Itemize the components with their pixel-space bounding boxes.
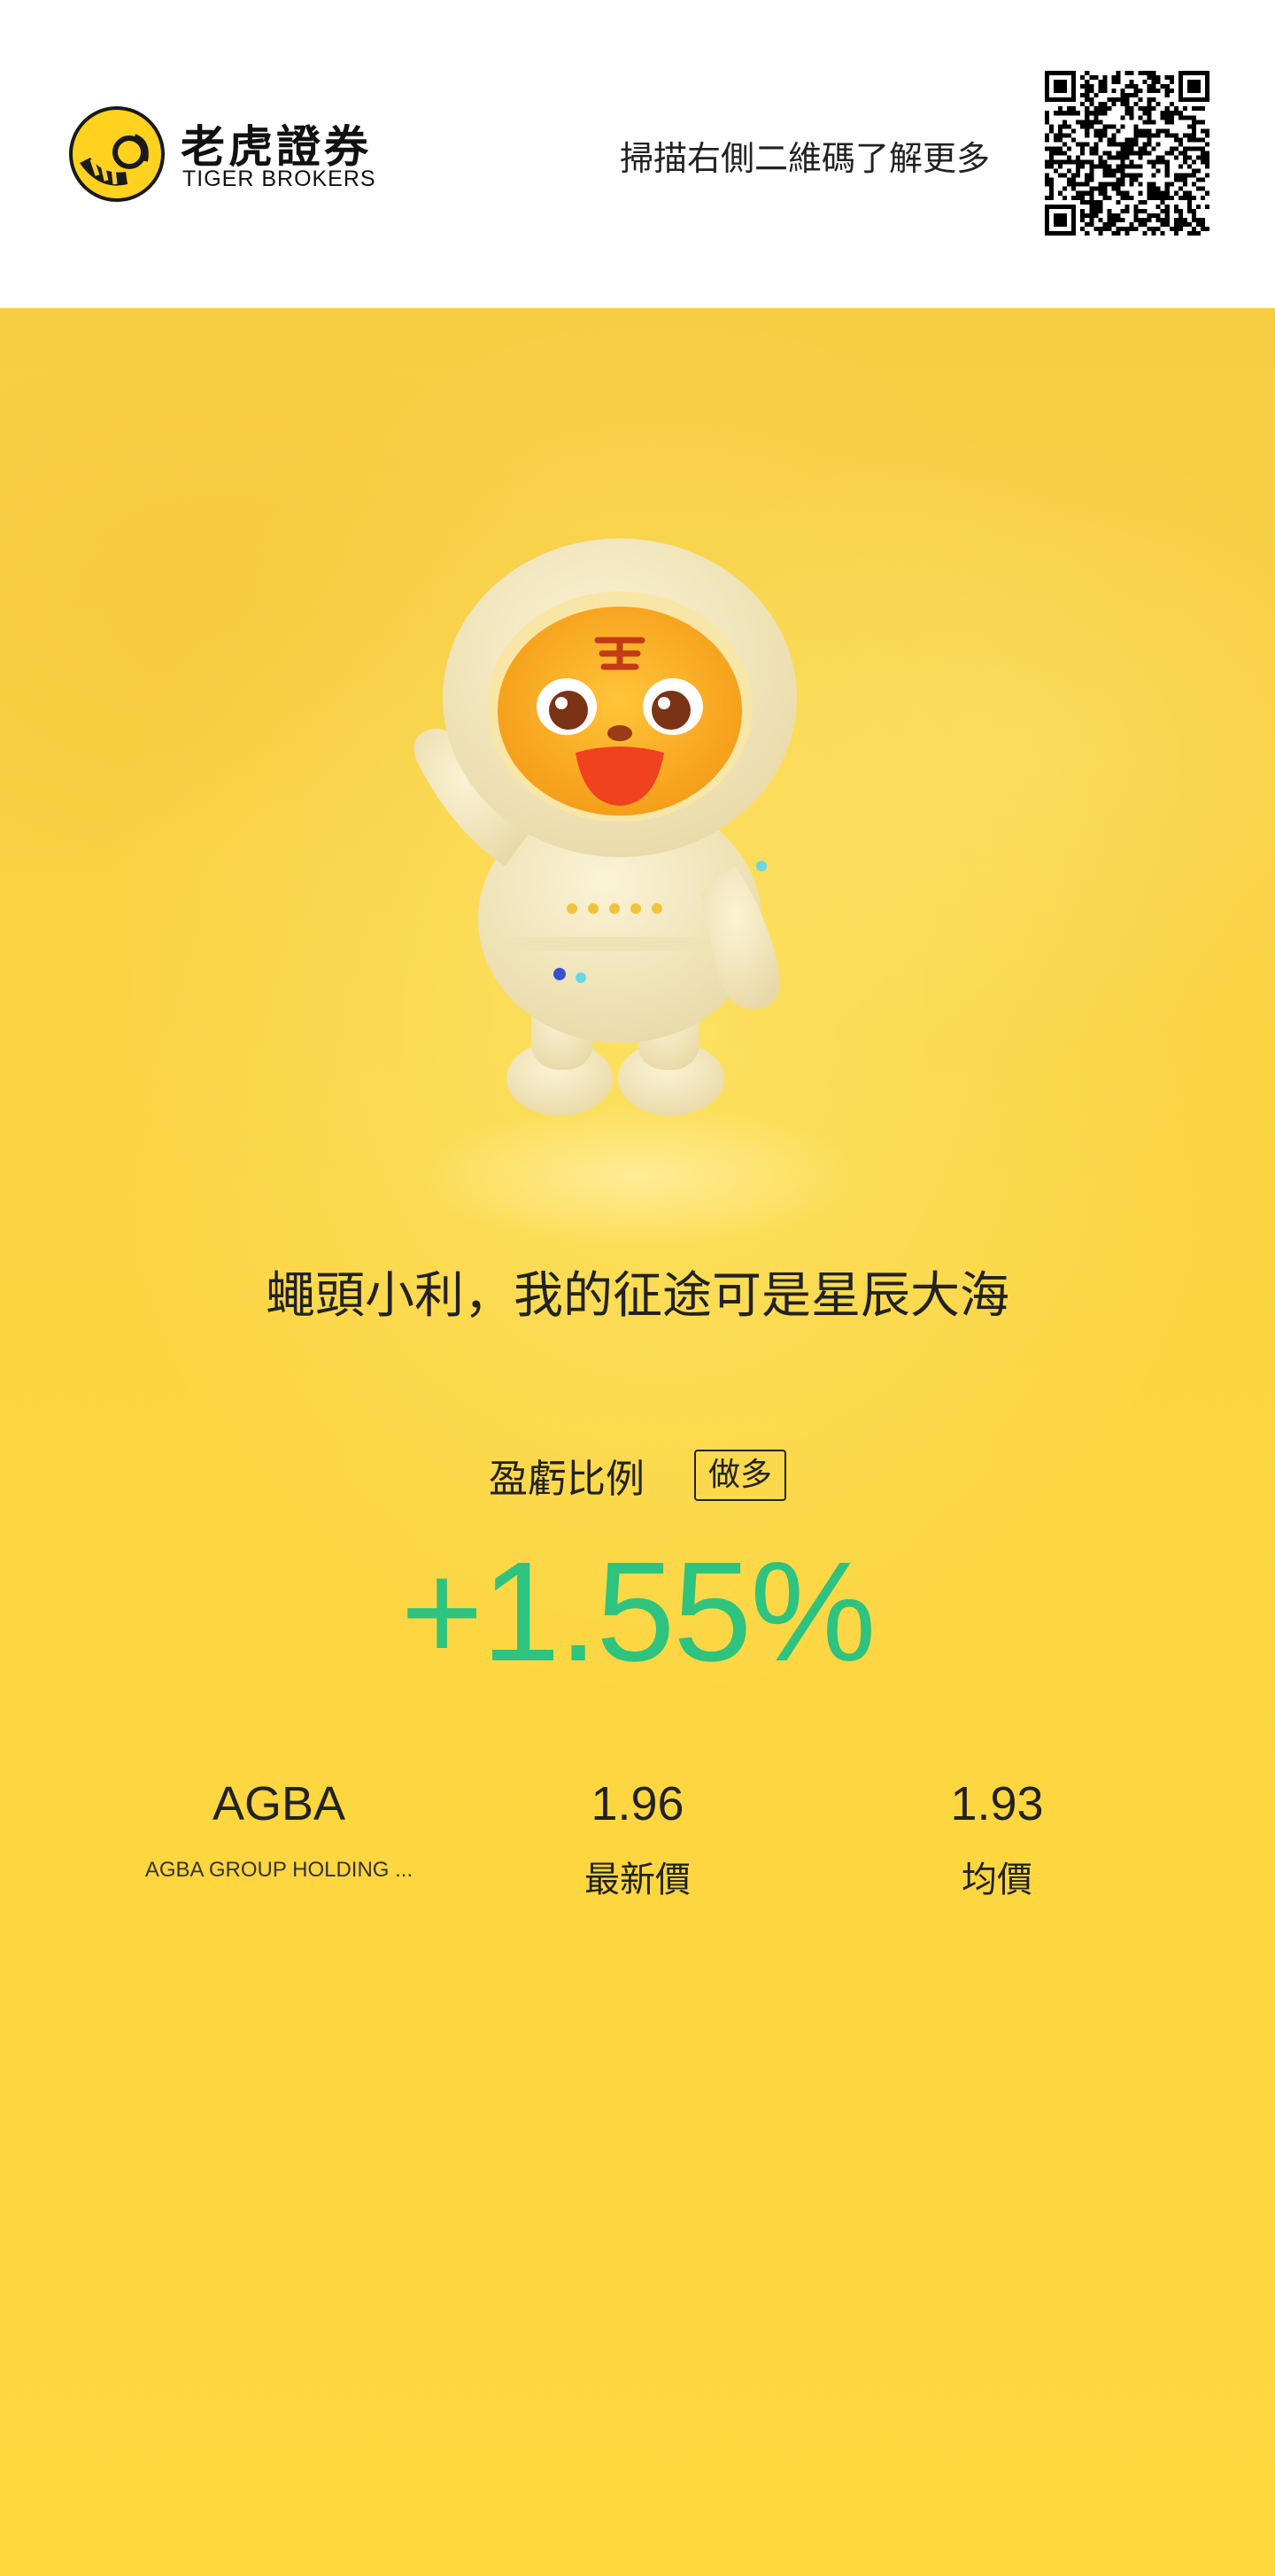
avg-price-label: 均價 [962,1860,1032,1900]
profit-ratio-row: 盈虧比例 做多 [0,1447,1275,1504]
scan-hint-text: 掃描右側二維碼了解更多 [620,139,991,178]
profit-ratio-label: 盈虧比例 [488,1457,645,1502]
tiger-logo-icon [69,106,165,202]
stock-symbol-block: AGBA AGBA GROUP HOLDING ... [142,1776,416,1883]
tiger-astronaut-mascot [413,538,797,1116]
stock-name: AGBA GROUP HOLDING ... [144,1858,413,1882]
brand-name-en: TIGER BROKERS [182,166,376,191]
share-poster: 蠅頭小利，我的征途可是星辰大海 盈虧比例 做多 +1.55% AGBA AGBA… [0,308,1275,2576]
last-price-label: 最新價 [584,1860,691,1900]
avg-price-value: 1.93 [950,1777,1044,1830]
last-price-value: 1.96 [591,1777,684,1830]
share-header: 老虎證券 TIGER BROKERS 掃描右側二維碼了解更多 [0,0,1275,308]
profit-percent: +1.55% [400,1532,876,1690]
avg-price-block: 1.93 均價 [864,1776,1130,1902]
stock-symbol: AGBA [212,1777,346,1830]
qr-code-icon[interactable] [1045,71,1209,236]
position-direction-badge: 做多 [693,1450,786,1501]
share-slogan: 蠅頭小利，我的征途可是星辰大海 [266,1267,1009,1325]
last-price-block: 1.96 最新價 [505,1776,770,1902]
